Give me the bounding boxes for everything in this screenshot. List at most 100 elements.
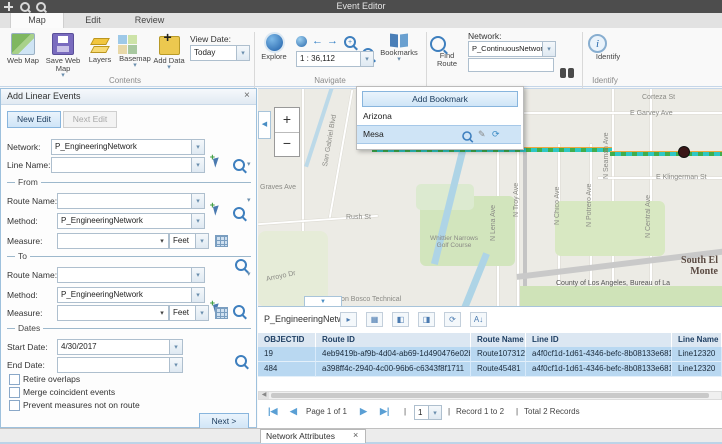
from-route-zoom-icon[interactable] bbox=[233, 207, 245, 219]
street-label: Corteza St bbox=[642, 94, 675, 101]
column-header[interactable]: Route Name bbox=[471, 333, 526, 347]
street-label: E Klingerman St bbox=[656, 174, 707, 181]
to-section-header: To bbox=[7, 251, 251, 261]
zoom-in-tool-icon[interactable]: + bbox=[344, 36, 356, 48]
bookmark-zoom-icon[interactable] bbox=[462, 131, 472, 141]
from-method-select[interactable]: P_EngineeringNetwork ▾ bbox=[57, 213, 205, 229]
scrollbar-thumb[interactable] bbox=[271, 393, 709, 398]
table-row[interactable]: 484 a398ff4c-2940-4c00-96b6-c6343f8f1711… bbox=[258, 362, 722, 377]
separator: | bbox=[404, 407, 406, 416]
panel-close-icon[interactable]: × bbox=[244, 90, 250, 101]
select-features-icon[interactable]: ▸ bbox=[340, 312, 357, 327]
clear-selection-icon[interactable]: ◨ bbox=[418, 312, 435, 327]
new-edit-button[interactable]: New Edit bbox=[7, 111, 61, 128]
to-method-select[interactable]: P_EngineeringNetwork ▾ bbox=[57, 287, 205, 303]
save-web-map-button[interactable]: Save Web Map ▾ bbox=[44, 33, 82, 79]
tab-map[interactable]: Map bbox=[10, 13, 64, 28]
tab-review[interactable]: Review bbox=[122, 13, 177, 28]
line-zoom-caret-icon[interactable]: ▾ bbox=[247, 162, 251, 168]
basemap-button[interactable]: Basemap ▾ bbox=[118, 35, 152, 69]
previous-extent-icon[interactable]: ← bbox=[312, 36, 323, 47]
from-measure-input[interactable]: ▾ bbox=[57, 233, 169, 249]
panel-network-select[interactable]: P_EngineeringNetwork ▾ bbox=[51, 139, 205, 155]
caret-icon: ▾ bbox=[191, 214, 204, 228]
tab-close-icon[interactable]: × bbox=[353, 430, 358, 440]
sort-icon[interactable]: A↓ bbox=[470, 312, 487, 327]
street-label: N Troy Ave bbox=[513, 169, 520, 217]
caret-icon: ▾ bbox=[191, 158, 204, 172]
bookmarks-button[interactable]: Bookmarks ▾ bbox=[378, 34, 420, 63]
map-zoom-in-button[interactable]: + bbox=[275, 108, 299, 133]
bookmark-item-mesa[interactable]: Mesa ✎ ⟳ bbox=[357, 125, 521, 144]
layers-button[interactable]: Layers bbox=[84, 36, 116, 64]
attribute-table-panel: P_EngineeringNetwork ▸ ▦ ◧ ◨ ⟳ A↓ OBJECT… bbox=[258, 306, 722, 429]
caret-icon: ▾ bbox=[169, 358, 182, 372]
from-measure-label: Measure: bbox=[7, 236, 42, 246]
view-date-select[interactable]: Today ▾ bbox=[190, 45, 250, 61]
next-extent-icon[interactable]: → bbox=[327, 36, 338, 47]
tab-edit[interactable]: Edit bbox=[68, 13, 118, 28]
end-date-select[interactable]: ▾ bbox=[57, 357, 183, 373]
poi-label: Whittier Narrows Golf Course bbox=[428, 235, 480, 249]
total-records: Total 2 Records bbox=[524, 407, 580, 416]
to-route-zoom-caret-icon[interactable]: ▾ bbox=[247, 272, 251, 278]
caret-icon: ▾ bbox=[156, 306, 168, 320]
bottom-tab-strip: Network Attributes × bbox=[0, 428, 722, 444]
last-page-icon[interactable]: ▶| bbox=[380, 406, 389, 417]
to-route-name-select[interactable]: ▾ bbox=[57, 267, 205, 283]
to-route-zoom-icon[interactable] bbox=[233, 305, 245, 317]
add-data-button[interactable]: Add Data ▾ bbox=[152, 36, 186, 71]
full-extent-icon[interactable] bbox=[296, 36, 307, 47]
to-measure-input[interactable]: ▾ bbox=[57, 305, 169, 321]
table-row[interactable]: 19 4eb9419b-af9b-4d04-ab69-1d490476e02b … bbox=[258, 347, 722, 362]
column-header[interactable]: Line ID bbox=[526, 333, 672, 347]
to-measure-table-icon[interactable] bbox=[215, 307, 228, 319]
column-header[interactable]: OBJECTID bbox=[258, 333, 316, 347]
to-unit-select[interactable]: Feet ▾ bbox=[169, 305, 209, 321]
start-date-select[interactable]: 4/30/2017 ▾ bbox=[57, 339, 183, 355]
line-name-select[interactable]: ▾ bbox=[51, 157, 205, 173]
map-zoom-control: + − bbox=[274, 107, 300, 157]
horizontal-scrollbar[interactable]: ◀ bbox=[258, 391, 722, 400]
network-select[interactable]: P_ContinuousNetwork ▾ bbox=[468, 41, 556, 57]
switch-selection-icon[interactable]: ◧ bbox=[392, 312, 409, 327]
column-header[interactable]: Route ID bbox=[316, 333, 471, 347]
refresh-table-icon[interactable]: ⟳ bbox=[444, 312, 461, 327]
prevent-measures-checkbox[interactable] bbox=[9, 400, 20, 411]
collapse-panel-left-button[interactable]: ◀ bbox=[258, 111, 271, 139]
web-map-button[interactable]: Web Map bbox=[4, 33, 42, 65]
bookmark-edit-icon[interactable]: ✎ bbox=[478, 129, 486, 139]
to-measure-zoom-icon[interactable] bbox=[235, 355, 247, 367]
explore-button[interactable]: Explore bbox=[258, 34, 290, 61]
show-table-icon[interactable]: ▦ bbox=[366, 312, 383, 327]
scrollbar-left-arrow[interactable]: ◀ bbox=[259, 392, 269, 399]
find-route-button[interactable]: Find Route bbox=[430, 36, 464, 68]
column-header[interactable]: Line Name bbox=[672, 333, 722, 347]
end-date-label: End Date: bbox=[7, 360, 45, 370]
bookmarks-menu: Add Bookmark Arizona Mesa ✎ ⟳ bbox=[356, 86, 524, 150]
from-route-name-select[interactable]: ▾ bbox=[57, 193, 205, 209]
add-bookmark-button[interactable]: Add Bookmark bbox=[362, 91, 518, 107]
network-field-label: Network: bbox=[7, 142, 41, 152]
merge-coincident-checkbox[interactable] bbox=[9, 387, 20, 398]
map-zoom-out-button[interactable]: − bbox=[275, 133, 299, 156]
from-unit-select[interactable]: Feet ▾ bbox=[169, 233, 209, 249]
from-measure-table-icon[interactable] bbox=[215, 235, 228, 247]
scale-select[interactable]: 1 : 36,112 ▾ bbox=[296, 51, 374, 67]
next-edit-button[interactable]: Next Edit bbox=[63, 111, 117, 128]
find-route-input[interactable] bbox=[468, 58, 554, 72]
retire-overlaps-checkbox[interactable] bbox=[9, 374, 20, 385]
next-page-icon[interactable]: ▶ bbox=[360, 406, 367, 417]
bookmark-item-arizona[interactable]: Arizona bbox=[363, 111, 517, 123]
line-zoom-icon[interactable] bbox=[233, 159, 245, 171]
explore-icon bbox=[266, 34, 283, 51]
contents-group-label: Contents bbox=[40, 76, 210, 85]
identify-button[interactable]: i Identify bbox=[588, 34, 628, 61]
from-route-zoom-caret-icon[interactable]: ▾ bbox=[247, 198, 251, 204]
route-marker[interactable] bbox=[678, 146, 690, 158]
bookmark-refresh-icon[interactable]: ⟳ bbox=[492, 129, 500, 139]
first-page-icon[interactable]: |◀ bbox=[268, 406, 277, 417]
prev-page-icon[interactable]: ◀ bbox=[290, 406, 297, 417]
tab-network-attributes[interactable]: Network Attributes × bbox=[260, 429, 366, 443]
page-number-select[interactable]: 1 ▾ bbox=[414, 405, 442, 420]
